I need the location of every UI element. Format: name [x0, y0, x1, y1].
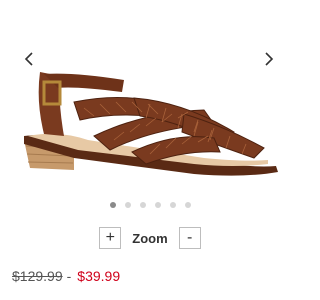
price-block: $129.99 - $39.99 — [12, 268, 120, 284]
pagination-dot[interactable] — [124, 202, 131, 208]
zoom-out-button[interactable]: - — [178, 227, 201, 249]
pagination-dot[interactable] — [184, 202, 191, 208]
product-image[interactable] — [14, 62, 286, 182]
pagination-dot[interactable] — [169, 202, 176, 208]
next-image-button[interactable] — [259, 48, 279, 70]
product-image-gallery[interactable] — [0, 0, 300, 200]
image-pagination-dots — [0, 202, 300, 208]
zoom-in-button[interactable]: + — [99, 227, 122, 249]
zoom-label: Zoom — [132, 230, 168, 246]
pagination-dot[interactable] — [139, 202, 146, 208]
product-page: + Zoom - $129.99 - $39.99 — [0, 0, 300, 300]
pagination-dot[interactable] — [109, 202, 116, 208]
price-separator: - — [66, 268, 72, 284]
zoom-controls: + Zoom - — [0, 226, 300, 250]
original-price: $129.99 — [12, 268, 63, 284]
sale-price: $39.99 — [77, 268, 121, 284]
pagination-dot[interactable] — [154, 202, 161, 208]
chevron-right-icon — [265, 52, 274, 66]
